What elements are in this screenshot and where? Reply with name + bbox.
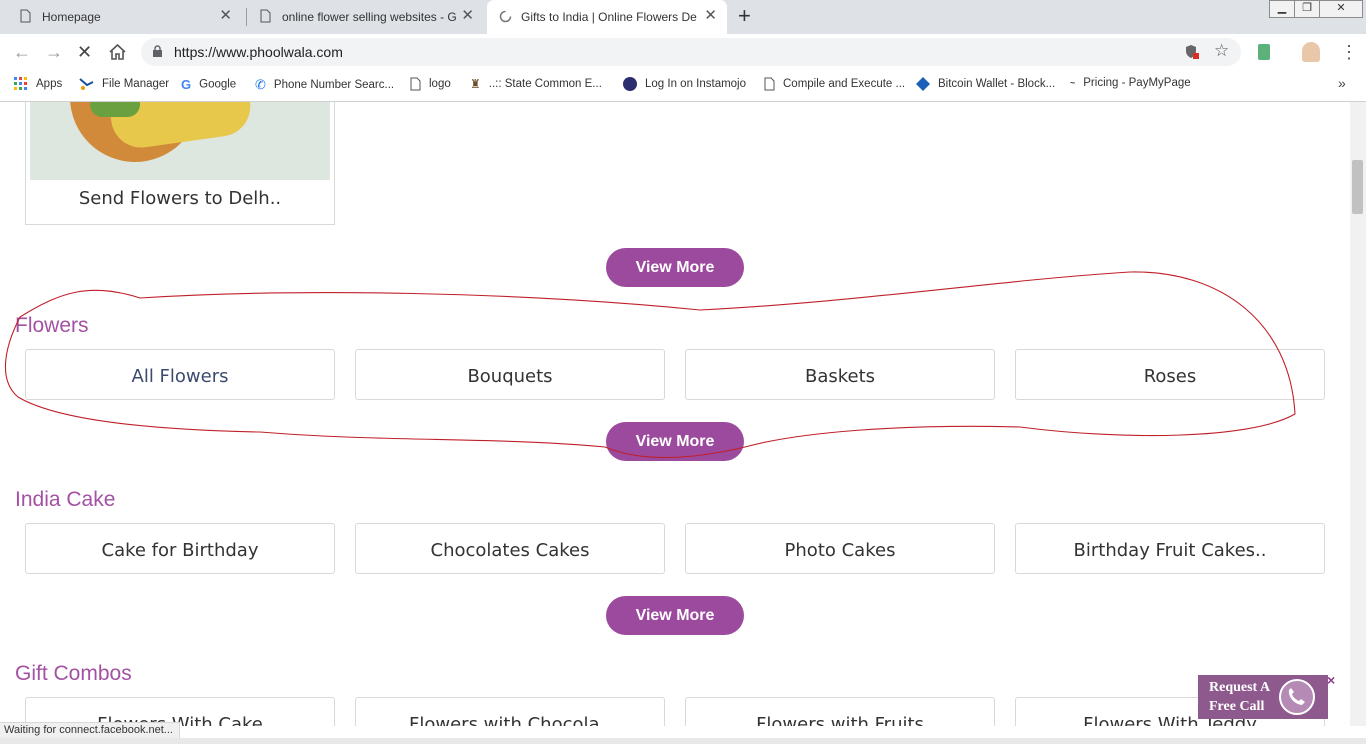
bookmark-label: ..:: State Common E... [488, 78, 602, 90]
close-tab-icon[interactable]: ✕ [704, 8, 717, 24]
tab-divider [246, 8, 247, 26]
avatar[interactable] [1302, 42, 1320, 62]
bookmark-label: Pricing - PayMyPage [1083, 77, 1191, 89]
request-call-text[interactable]: Request A Free Call [1209, 678, 1270, 716]
bookmark-state-common[interactable]: ♜ ..:: State Common E... [470, 77, 602, 93]
paymypage-icon: ~ [1070, 78, 1076, 88]
phone-icon: ✆ [255, 77, 266, 92]
page-icon [764, 77, 775, 91]
instamojo-icon [623, 77, 637, 91]
emblem-icon: ♜ [470, 77, 481, 91]
close-icon[interactable]: × [1327, 672, 1335, 688]
bookmark-phone-search[interactable]: ✆ Phone Number Searc... [255, 77, 394, 93]
bookmark-google[interactable]: G Google [181, 77, 236, 93]
menu-icon[interactable]: ⋮ [1340, 42, 1358, 63]
bookmark-label: Log In on Instamojo [645, 78, 747, 90]
bookmark-label: logo [429, 78, 451, 90]
apps-grid-icon [14, 77, 27, 90]
url-text[interactable]: https://www.phoolwala.com [174, 44, 343, 60]
bookmark-label: File Manager [102, 78, 170, 90]
bookmark-instamojo[interactable]: Log In on Instamojo [623, 77, 746, 93]
close-tab-icon[interactable]: ✕ [461, 8, 474, 24]
blocked-shield-icon[interactable] [1185, 44, 1200, 60]
phone-icon [1279, 679, 1315, 715]
tab-title: Homepage [42, 10, 101, 24]
bookmark-file-manager[interactable]: File Manager [79, 77, 169, 93]
close-tab-icon[interactable]: ✕ [219, 8, 232, 24]
bookmark-label: Apps [36, 78, 63, 90]
bookmark-label: Phone Number Searc... [273, 79, 395, 91]
lock-icon[interactable] [152, 45, 163, 58]
bookmark-label: Bitcoin Wallet - Block... [938, 78, 1056, 90]
tab-search[interactable]: online flower selling websites - Goog ✕ [248, 0, 484, 34]
bookmark-paymypage[interactable]: ~ Pricing - PayMyPage [1070, 77, 1191, 93]
forward-icon[interactable]: → [45, 42, 63, 63]
page-content: Send Flowers to Delh.. View More Flowers… [0, 102, 1350, 726]
back-icon[interactable]: ← [13, 42, 31, 63]
page-icon [410, 77, 421, 91]
window-bottom-edge [0, 738, 1366, 744]
tab-phoolwala[interactable]: Gifts to India | Online Flowers Delive ✕ [487, 0, 727, 34]
file-manager-icon [79, 78, 94, 90]
new-tab-button[interactable]: + [738, 5, 751, 27]
tab-title: Gifts to India | Online Flowers Delive [521, 10, 697, 24]
annotation-loop [4, 271, 1296, 459]
bookmark-bitcoin[interactable]: Bitcoin Wallet - Block... [916, 77, 1055, 93]
request-call-line2: Free Call [1209, 699, 1265, 714]
restore-button[interactable]: ❐ [1294, 0, 1320, 18]
scrollbar-thumb[interactable] [1352, 160, 1363, 214]
google-icon: G [181, 77, 192, 92]
bookmark-label: Compile and Execute ... [783, 78, 906, 90]
bookmark-apps[interactable]: Apps [14, 77, 62, 93]
request-call-line1: Request A [1209, 680, 1271, 695]
loading-spinner-icon [499, 10, 512, 23]
bookmark-label: Google [199, 78, 237, 91]
tab-homepage[interactable]: Homepage ✕ [8, 0, 242, 34]
extension-icon[interactable] [1258, 44, 1270, 60]
star-icon[interactable]: ☆ [1214, 41, 1229, 61]
stop-icon[interactable]: ✕ [77, 42, 92, 63]
bookmark-logo[interactable]: logo [410, 77, 451, 93]
blockchain-icon [916, 77, 930, 91]
page-icon [20, 9, 31, 23]
tab-title: online flower selling websites - Goog [282, 10, 456, 24]
bookmarks-overflow-button[interactable]: » [1338, 75, 1346, 91]
home-icon[interactable] [108, 43, 127, 60]
close-window-button[interactable]: ✕ [1319, 0, 1363, 18]
bookmark-compile[interactable]: Compile and Execute ... [764, 77, 905, 93]
minimize-button[interactable]: ▁ [1269, 0, 1295, 18]
page-icon [260, 9, 271, 23]
